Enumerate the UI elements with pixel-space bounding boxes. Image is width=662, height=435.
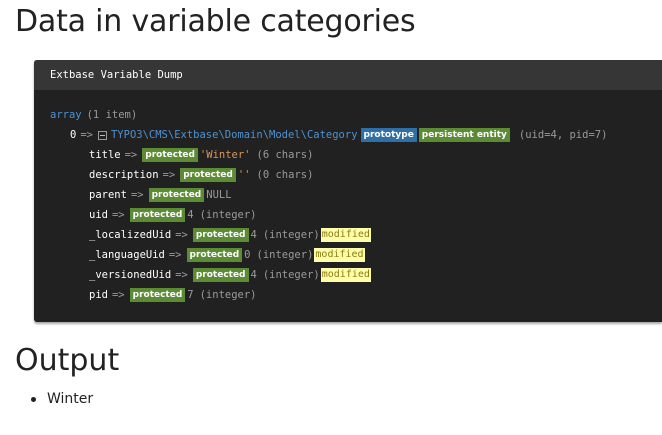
property-value: 0 [244,249,251,261]
list-item: Winter [31,391,93,407]
entry-key: 0 [70,129,77,141]
property-name: parent [89,189,127,201]
property-value: 4 [250,269,257,281]
protected-badge: protected [180,168,236,182]
dump-property-row: title => protected 'Winter' (6 chars) [89,147,313,163]
variable-dump-panel: Extbase Variable Dump array (1 item) 0 =… [34,60,662,322]
persistent-entity-badge: persistent entity [418,128,510,142]
property-name: description [89,169,159,181]
collapse-toggle-icon[interactable] [97,130,107,140]
property-name: _languageUid [89,249,165,261]
property-arrow: => [111,289,125,301]
dump-property-row: _languageUid => protected 0 (integer) modifie… [89,247,367,263]
property-arrow: => [130,189,144,201]
property-value: NULL [206,189,232,201]
entry-meta: (uid=4, pid=7) [518,129,608,141]
property-arrow: => [162,169,176,181]
property-meta: (integer) [256,249,314,261]
property-meta: (integer) [262,229,320,241]
property-name: _localizedUid [89,229,172,241]
property-meta: (integer) [199,209,257,221]
root-type: array [50,109,82,121]
protected-badge: protected [186,248,243,262]
protected-badge: protected [129,208,186,222]
property-value: 4 [250,229,257,241]
property-arrow: => [168,249,182,261]
property-value: '' [237,169,251,181]
entry-arrow: => [80,129,93,141]
dump-root-row: array (1 item) [50,107,137,123]
dump-property-row: _localizedUid => protected 4 (integer) modifi… [89,227,373,243]
protected-badge: protected [192,228,249,242]
dump-property-row: _versionedUid => protected 4 (integer) modifi… [89,267,373,283]
root-meta: (1 item) [86,109,138,121]
property-name: _versionedUid [89,269,172,281]
bullet-icon [31,396,36,402]
property-meta: (6 chars) [256,149,314,161]
property-meta: (0 chars) [256,169,314,181]
modified-badge: modified [314,248,365,262]
property-arrow: => [124,149,138,161]
dump-header: Extbase Variable Dump [34,60,662,90]
protected-badge: protected [192,268,249,282]
dump-property-row: parent => protected NULL [89,187,232,203]
dump-property-row: uid => protected 4 (integer) [89,207,257,223]
entry-class-name: TYPO3\CMS\Extbase\Domain\Model\Category [110,129,358,141]
modified-badge: modified [320,228,371,242]
property-arrow: => [175,269,188,281]
dump-property-row: description => protected '' (0 chars) [89,167,313,183]
modified-badge: modified [320,268,371,282]
protected-badge: protected [129,288,186,302]
property-meta: (integer) [199,289,257,301]
list-item-text: Winter [47,391,94,407]
prototype-badge: prototype [360,128,417,142]
property-value: 'Winter' [199,149,251,161]
property-name: title [89,149,121,161]
property-name: uid [89,209,108,221]
property-name: pid [89,289,108,301]
dump-property-row: pid => protected 7 (integer) [89,287,257,303]
property-value: 7 [187,289,194,301]
protected-badge: protected [142,148,198,162]
property-arrow: => [175,229,188,241]
property-value: 4 [187,209,194,221]
property-meta: (integer) [262,269,320,281]
page-title: Data in variable categories [15,4,416,39]
property-arrow: => [111,209,125,221]
dump-entry-row: 0 => TYPO3\CMS\Extbase\Domain\Model\Cate… [70,127,607,143]
protected-badge: protected [148,188,205,202]
output-heading: Output [15,343,120,378]
